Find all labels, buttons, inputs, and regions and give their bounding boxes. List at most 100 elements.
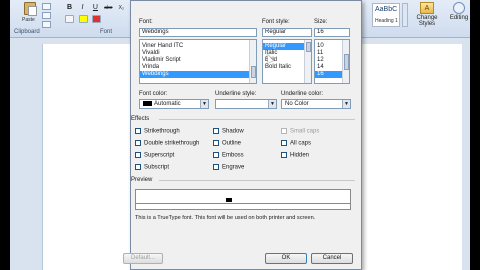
style-list-item-selected[interactable]: Regular [263, 43, 304, 50]
cancel-button[interactable]: Cancel [311, 253, 353, 264]
editing-button[interactable]: Editing [446, 2, 472, 21]
change-styles-line2: Styles [418, 21, 436, 27]
underline-style-select[interactable]: ▼ [215, 99, 277, 109]
preview-glyph [226, 198, 232, 202]
underline-color-label: Underline color: [281, 91, 324, 97]
checkbox-box[interactable] [213, 140, 219, 146]
size-list-scrollbar[interactable] [342, 40, 349, 83]
underline-color-select[interactable]: No Color ▼ [281, 99, 351, 109]
subscript-button[interactable]: X₂ [117, 4, 126, 13]
italic-button[interactable]: I [78, 3, 87, 12]
subscript-label: Subscript [144, 164, 170, 171]
size-input[interactable]: 16 [314, 28, 350, 37]
double-strikethrough-checkbox[interactable]: Double strikethrough [135, 140, 199, 148]
font-style-label: Font style: [262, 19, 290, 25]
chevron-down-icon[interactable]: ▼ [200, 100, 208, 108]
font-label: Font: [139, 19, 153, 25]
checkbox-box[interactable] [135, 140, 141, 146]
underline-color-value: No Color [285, 101, 309, 107]
style-preview-text: AaBbC [375, 6, 398, 13]
font-color-value: Automatic [154, 101, 181, 107]
outline-label: Outline [222, 140, 242, 147]
shadow-checkbox[interactable]: Shadow [213, 128, 244, 136]
font-list-item[interactable]: Vivaldi [140, 50, 256, 57]
double-strikethrough-label: Double strikethrough [144, 140, 200, 147]
change-styles-button[interactable]: A Change Styles [412, 2, 442, 27]
preview-note: This is a TrueType font. This font will … [135, 215, 316, 221]
strikethrough-button[interactable]: abe [104, 4, 113, 13]
change-styles-icon: A [420, 2, 434, 14]
font-list-scrollbar[interactable] [249, 40, 256, 83]
text-effects-icon[interactable] [65, 15, 74, 23]
font-color-select[interactable]: Automatic ▼ [139, 99, 209, 109]
underline-button[interactable]: U [91, 3, 100, 12]
color-swatch [143, 100, 152, 106]
clipboard-icon [24, 2, 37, 16]
hidden-checkbox[interactable]: Hidden [281, 152, 309, 160]
font-list-item[interactable]: Vladimir Script [140, 57, 256, 64]
scroll-thumb[interactable] [344, 54, 349, 70]
superscript-label: Superscript [144, 152, 175, 159]
copy-icon[interactable] [42, 12, 51, 19]
font-list-item[interactable]: Vrinda [140, 64, 256, 71]
styles-gallery-scroll[interactable] [402, 3, 408, 27]
find-icon [453, 2, 465, 14]
subscript-checkbox[interactable]: Subscript [135, 164, 169, 172]
size-list-item-selected[interactable]: 16 [315, 71, 342, 78]
size-list[interactable]: 10 11 12 14 16 [314, 39, 350, 84]
chevron-down-icon[interactable]: ▼ [342, 100, 350, 108]
small-caps-label: Small caps [290, 128, 320, 135]
checkbox-box[interactable] [213, 164, 219, 170]
bold-button[interactable]: B [65, 3, 74, 12]
font-list[interactable]: Viner Hand ITC Vivaldi Vladimir Script V… [139, 39, 257, 84]
paste-label: Paste [22, 17, 35, 23]
format-painter-icon[interactable] [42, 21, 51, 28]
font-color-label: Font color: [139, 91, 168, 97]
checkbox-box[interactable] [281, 128, 287, 134]
hidden-label: Hidden [290, 152, 310, 159]
left-letterbox [0, 0, 10, 270]
style-heading-1[interactable]: AaBbC Heading 1 [372, 3, 400, 27]
checkbox-box[interactable] [281, 140, 287, 146]
engrave-label: Engrave [222, 164, 245, 171]
scroll-thumb[interactable] [306, 42, 311, 52]
editing-label: Editing [449, 15, 469, 21]
strikethrough-label: Strikethrough [144, 128, 180, 135]
engrave-checkbox[interactable]: Engrave [213, 164, 244, 172]
font-list-item-selected[interactable]: Webdings [140, 71, 249, 78]
cut-icon[interactable] [42, 3, 51, 10]
font-color-icon[interactable] [92, 15, 102, 23]
highlight-color-icon[interactable] [78, 15, 88, 23]
chevron-down-icon[interactable]: ▼ [268, 100, 276, 108]
outline-checkbox[interactable]: Outline [213, 140, 241, 148]
preview-box [135, 189, 351, 210]
clipboard-small-tools [42, 3, 56, 30]
style-name: Heading 1 [375, 18, 398, 24]
all-caps-checkbox[interactable]: All caps [281, 140, 311, 148]
shadow-label: Shadow [222, 128, 244, 135]
style-list-scrollbar[interactable] [304, 40, 311, 83]
superscript-checkbox[interactable]: Superscript [135, 152, 174, 160]
checkbox-box[interactable] [135, 164, 141, 170]
small-caps-checkbox[interactable]: Small caps [281, 128, 319, 136]
checkbox-box[interactable] [135, 128, 141, 134]
all-caps-label: All caps [290, 140, 312, 147]
checkbox-box[interactable] [281, 152, 287, 158]
emboss-checkbox[interactable]: Emboss [213, 152, 244, 160]
scroll-thumb[interactable] [251, 66, 256, 78]
strikethrough-checkbox[interactable]: Strikethrough [135, 128, 180, 136]
default-button[interactable]: Default... [123, 253, 163, 264]
preview-divider [159, 180, 355, 181]
ok-button[interactable]: OK [265, 253, 307, 264]
font-style-input[interactable]: Regular [262, 28, 312, 37]
checkbox-box[interactable] [213, 128, 219, 134]
font-group-label: Font [100, 29, 113, 35]
checkbox-box[interactable] [135, 152, 141, 158]
font-name-input[interactable]: Webdings [139, 28, 257, 37]
effects-label: Effects [131, 116, 150, 122]
clipboard-group-label: Clipboard [14, 29, 40, 35]
paste-button[interactable]: Paste [22, 2, 38, 24]
checkbox-box[interactable] [213, 152, 219, 158]
underline-style-label: Underline style: [215, 91, 257, 97]
font-list-item[interactable]: Viner Hand ITC [140, 43, 256, 50]
